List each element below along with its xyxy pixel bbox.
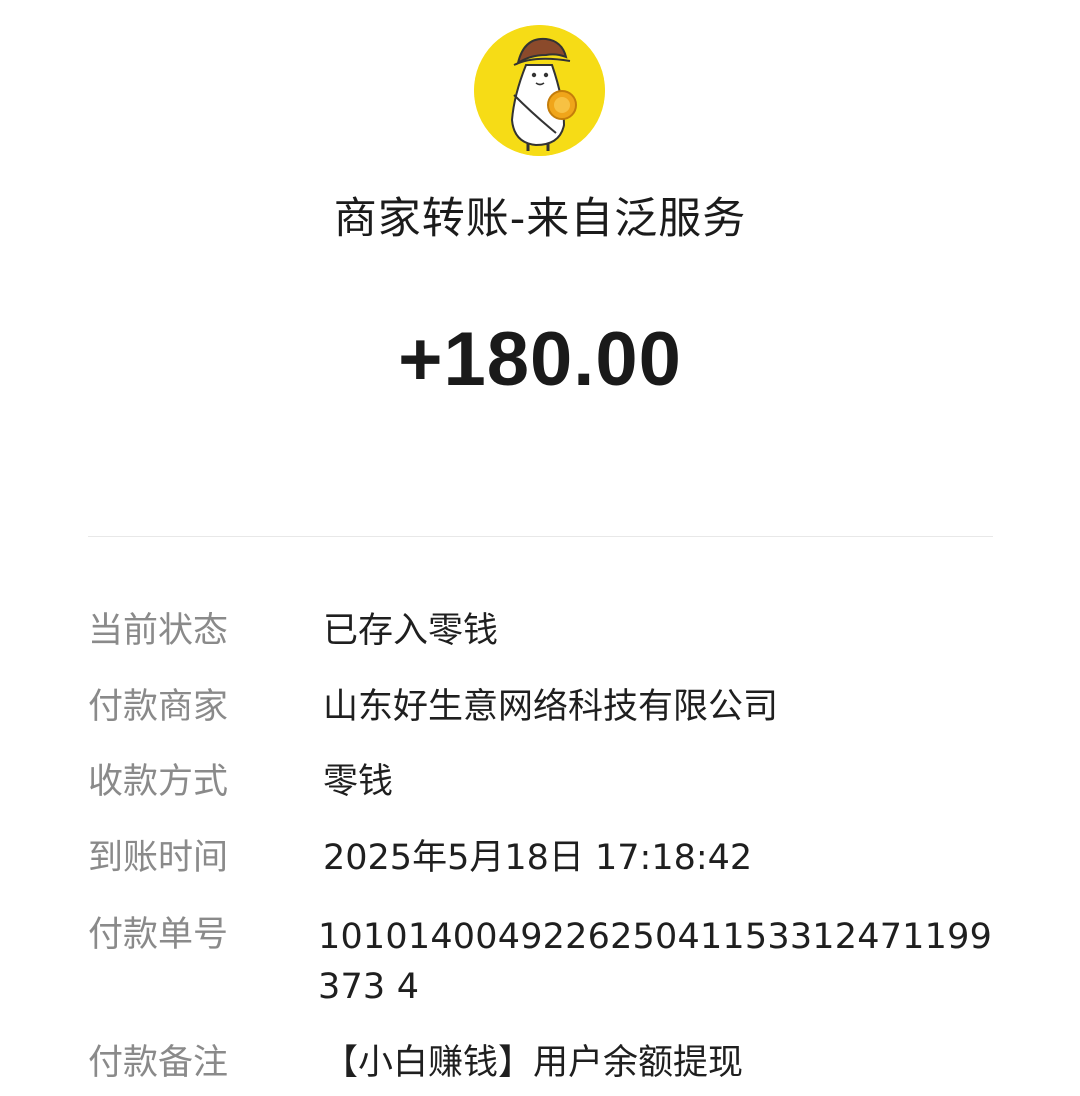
detail-value: 【小白赚钱】用户余额提现 xyxy=(323,1043,744,1083)
transfer-title: 商家转账-来自泛服务 xyxy=(333,194,747,244)
detail-label: 收款方式 xyxy=(88,762,229,802)
detail-value: 山东好生意网络科技有限公司 xyxy=(323,687,779,727)
detail-value: 零钱 xyxy=(323,762,394,802)
transfer-amount: +180.00 xyxy=(398,317,682,402)
detail-label: 到账时间 xyxy=(88,838,229,878)
detail-value[interactable]: 101014004922625041153312471199373 4 xyxy=(318,912,998,1012)
detail-label: 付款商家 xyxy=(88,687,229,727)
merchant-avatar xyxy=(474,25,605,156)
detail-label: 付款单号 xyxy=(88,915,229,955)
detail-label: 当前状态 xyxy=(88,611,229,651)
divider xyxy=(88,536,993,537)
detail-value: 2025年5月18日 17:18:42 xyxy=(323,838,753,878)
detail-value: 已存入零钱 xyxy=(323,611,499,651)
mascot-icon xyxy=(474,25,605,156)
detail-label: 付款备注 xyxy=(88,1043,229,1083)
